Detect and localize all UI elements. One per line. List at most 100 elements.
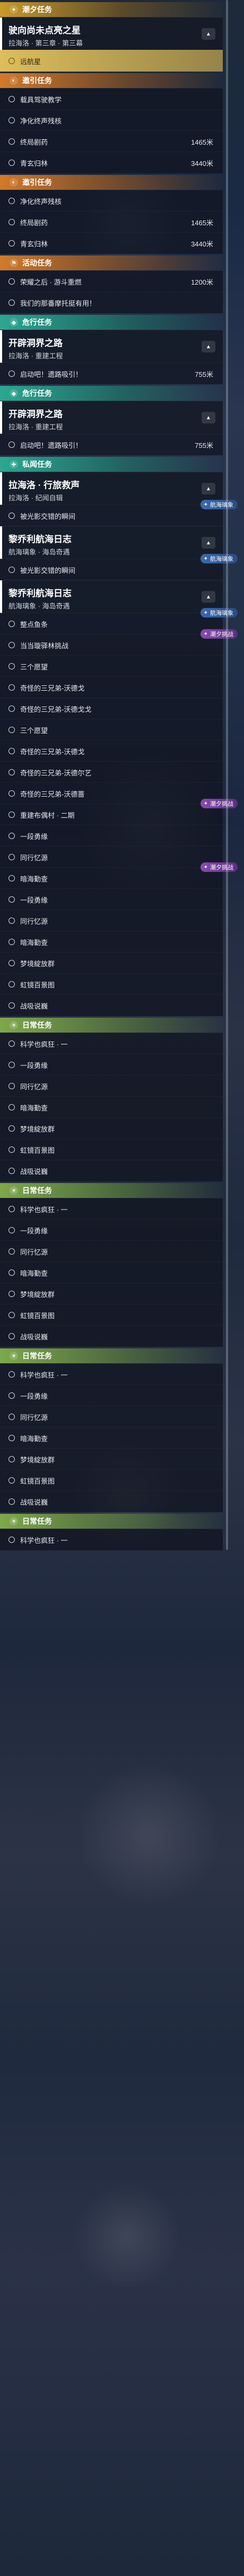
quest-step-row[interactable]: 启动吧！遗路吸引！ 755米: [0, 363, 223, 384]
quest-step-row[interactable]: 虹镜百景图: [0, 1139, 223, 1160]
quest-step-row[interactable]: 三个愿望: [0, 655, 223, 677]
quest-step-row[interactable]: 梦境綻放群: [0, 1117, 223, 1139]
quest-step-row[interactable]: 三个愿望: [0, 719, 223, 740]
quest-step-row[interactable]: 奇怪的三兄弟-沃德戈戈: [0, 698, 223, 719]
quest-step-row[interactable]: 梦境綻放群: [0, 1448, 223, 1470]
quest-step-row[interactable]: 同行忆源: [0, 1075, 223, 1097]
quest-step-row[interactable]: 一段勇缘: [0, 1054, 223, 1075]
collapse-arrow-icon[interactable]: ▲: [202, 483, 215, 495]
quest-step-row[interactable]: 战吸说巍: [0, 1490, 223, 1512]
category-header[interactable]: ✦ 潮夕任务: [0, 2, 223, 17]
quest-step-row[interactable]: 科学也疯狂 · 一: [0, 1033, 223, 1054]
category-header[interactable]: ⚑ 活动任务: [0, 255, 223, 270]
quest-step-row[interactable]: 暗海勤查: [0, 867, 223, 889]
quest-title: 黎乔利航海日志: [8, 534, 72, 544]
quest-step-row[interactable]: 同行忆源: [0, 1240, 223, 1262]
distance-label: 3440米: [191, 159, 213, 167]
quest-step-row[interactable]: 奇怪的三兄弟-沃德尔艺: [0, 761, 223, 783]
quest-header[interactable]: 驶向尚未点亮之星 拉海洛 · 第三章 · 第三幕 ▲: [0, 17, 223, 50]
quest-step-row[interactable]: 战吸说巍: [0, 1160, 223, 1181]
quest-step-row[interactable]: 一段勇缘: [0, 825, 223, 846]
category-header[interactable]: ◆ 危行任务: [0, 386, 223, 401]
background-glow: [64, 2173, 191, 2300]
collapse-arrow-icon[interactable]: ▲: [202, 537, 215, 549]
quest-step-row[interactable]: 奇怪的三兄弟-沃德戈: [0, 740, 223, 762]
quest-step-row[interactable]: 虹镜百景图: [0, 1469, 223, 1491]
step-circle-icon: [8, 1002, 15, 1009]
quest-step-row[interactable]: 一段勇缘: [0, 888, 223, 910]
quest-step-row[interactable]: 同行忆源: [0, 1406, 223, 1427]
quest-subtitle: 航海璃象 · 海岛奇遇: [8, 548, 70, 556]
quest-step-row[interactable]: 奇怪的三兄弟-沃德蔷: [0, 782, 223, 804]
quest-step-row[interactable]: 战吸说巍: [0, 994, 223, 1016]
category-header[interactable]: ☀ 日常任务: [0, 1514, 223, 1529]
quest-step-row[interactable]: 暗海勤查: [0, 1261, 223, 1283]
step-circle-icon: [8, 1062, 15, 1068]
quest-step-row[interactable]: 同行忆源: [0, 846, 223, 868]
quest-header[interactable]: 黎乔利航海日志 航海璃象 · 海岛奇遇 ▲: [0, 526, 223, 559]
quest-step-row[interactable]: 暗海勤查: [0, 1427, 223, 1449]
quest-step-row[interactable]: 被光影交错的瞬间: [0, 505, 223, 526]
category-header[interactable]: ☀ 日常任务: [0, 1348, 223, 1363]
collapse-arrow-icon[interactable]: ▲: [202, 591, 215, 603]
quest-step-row[interactable]: 奇怪的三兄弟-沃德戈: [0, 676, 223, 698]
quest-step-row[interactable]: 远航星: [0, 50, 223, 72]
quest-title: 拉海洛 · 行旅救声: [8, 480, 80, 490]
quest-step-row[interactable]: 净化终声残核: [0, 109, 223, 131]
quest-header[interactable]: 开辟洞界之路 拉海洛 · 重建工程 ▲: [0, 401, 223, 434]
quest-step-row[interactable]: 战吸说巍: [0, 1325, 223, 1347]
quest-step-row[interactable]: 青玄归林 3440米: [0, 152, 223, 173]
quest-step-label: 整点鱼条: [20, 620, 48, 629]
quest-step-row[interactable]: 青玄归林 3440米: [0, 232, 223, 254]
collapse-arrow-icon[interactable]: ▲: [202, 28, 215, 40]
quest-step-row[interactable]: 荣耀之后 · 游斗重燃 1200米: [0, 270, 223, 292]
category-header[interactable]: ◆ 危行任务: [0, 315, 223, 330]
quest-step-row[interactable]: 暗海勤查: [0, 1096, 223, 1118]
quest-step-row[interactable]: 科学也疯狂 · 一: [0, 1529, 223, 1550]
quest-step-row[interactable]: 终局剧药 1465米: [0, 130, 223, 152]
quest-step-row[interactable]: 虹镜百景图: [0, 973, 223, 995]
step-circle-icon: [8, 727, 15, 733]
step-circle-icon: [8, 811, 15, 818]
category-header[interactable]: ◐ 邀引任务: [0, 175, 223, 190]
quest-header[interactable]: 开辟洞界之路 拉海洛 · 重建工程 ▲: [0, 330, 223, 363]
quest-header[interactable]: 黎乔利航海日志 航海璃象 · 海岛奇遇 ▲: [0, 580, 223, 613]
quest-step-row[interactable]: 载具驾驶教学: [0, 88, 223, 110]
quest-step-label: 青玄归林: [20, 240, 48, 248]
tag-label: 航海璃象: [210, 556, 233, 562]
quest-step-label: 同行忆源: [20, 1082, 48, 1091]
scrollbar[interactable]: [226, 0, 228, 1550]
quest-step-row[interactable]: 同行忆源: [0, 910, 223, 931]
quest-step-row[interactable]: 重建布偶村 · 二期: [0, 804, 223, 825]
quest-step-row[interactable]: 终局剧药 1465米: [0, 211, 223, 233]
category-label: 日常任务: [22, 1021, 52, 1029]
quest-step-row[interactable]: 被光影交错的瞬间: [0, 559, 223, 580]
collapse-arrow-icon[interactable]: ▲: [202, 412, 215, 424]
quest-step-row[interactable]: 整点鱼条: [0, 613, 223, 634]
tag-badge: ✦ 潮夕挑战: [200, 629, 238, 639]
background-glow: [64, 1749, 233, 1919]
category-header[interactable]: ☀ 日常任务: [0, 1183, 223, 1198]
quest-step-row[interactable]: 暗海勤查: [0, 931, 223, 952]
quest-step-row[interactable]: 一段勇缘: [0, 1219, 223, 1241]
category-header[interactable]: ☀ 日常任务: [0, 1018, 223, 1033]
category-label: 活动任务: [22, 259, 52, 267]
quest-step-row[interactable]: 虹镜百景图: [0, 1304, 223, 1326]
quest-step-row[interactable]: 当当璇驿林挑战: [0, 634, 223, 656]
quest-header[interactable]: 拉海洛 · 行旅救声 拉海洛 · 纪闻自辑 ▲: [0, 472, 223, 505]
quest-step-row[interactable]: 启动吧！遗路吸引！ 755米: [0, 434, 223, 455]
quest-step-label: 奇怪的三兄弟-沃德戈: [20, 747, 85, 756]
collapse-arrow-icon[interactable]: ▲: [202, 341, 215, 352]
quest-step-row[interactable]: 科学也疯狂 · 一: [0, 1363, 223, 1385]
quest-step-row[interactable]: 一段勇缘: [0, 1384, 223, 1406]
category-header[interactable]: ◐ 邀引任务: [0, 73, 223, 88]
quest-step-row[interactable]: 梦境綻放群: [0, 952, 223, 974]
quest-step-row[interactable]: 净化终声残核: [0, 190, 223, 211]
step-circle-icon: [8, 1456, 15, 1462]
quest-step-label: 暗海勤查: [20, 1269, 48, 1277]
quest-step-row[interactable]: 梦境綻放群: [0, 1283, 223, 1304]
category-header[interactable]: ✚ 私闻任务: [0, 457, 223, 472]
quest-step-row[interactable]: 我们的那番摩托挺有用！: [0, 292, 223, 313]
step-circle-icon: [8, 1392, 15, 1399]
quest-step-row[interactable]: 科学也疯狂 · 一: [0, 1198, 223, 1220]
